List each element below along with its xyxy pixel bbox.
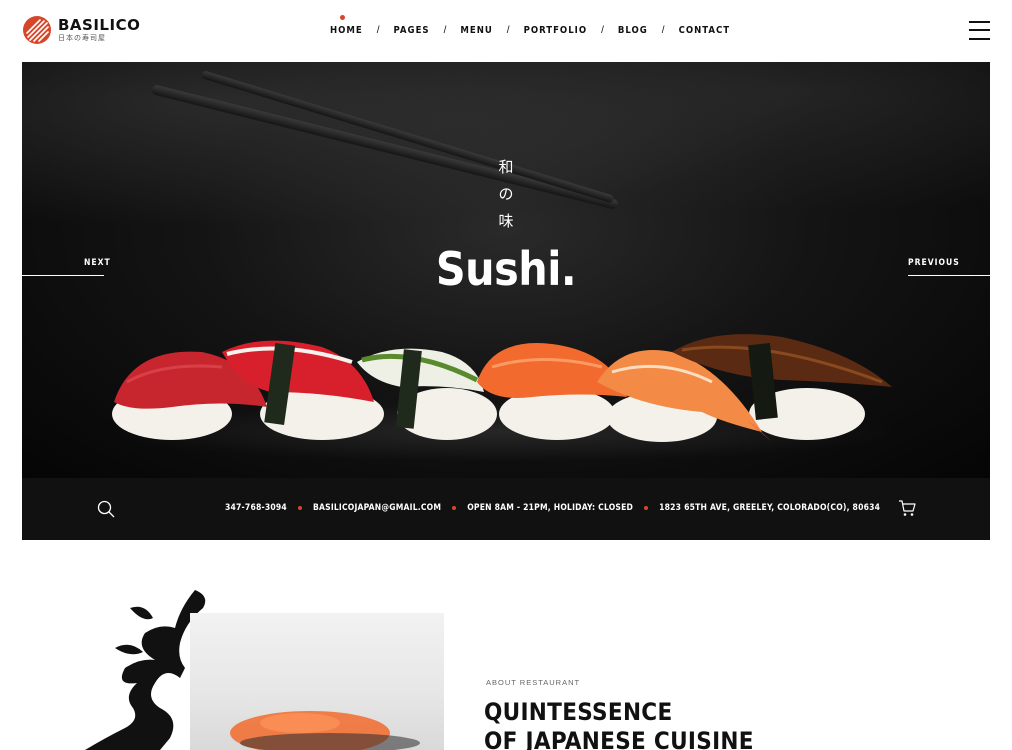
nav-separator: /: [661, 25, 665, 36]
nav-item-contact[interactable]: CONTACT: [679, 25, 731, 36]
nav-separator: /: [601, 25, 604, 36]
opening-hours: OPEN 8AM - 21PM, HOLIDAY: CLOSED: [467, 503, 634, 513]
about-image: [190, 613, 444, 750]
nav-item-home[interactable]: HOME: [330, 15, 363, 36]
nav-separator: /: [376, 25, 380, 36]
nav-item-blog[interactable]: BLOG: [618, 25, 648, 36]
cart-icon[interactable]: [898, 499, 916, 517]
hamburger-icon[interactable]: [969, 21, 990, 40]
about-title: QUINTESSENCE OF JAPANESE CUISINE: [484, 698, 754, 750]
site-header: BASILICO 日本の寿司屋 HOME / PAGES / MENU / PO…: [0, 0, 1012, 62]
logo-mark-icon: [23, 16, 51, 44]
nav-item-portfolio[interactable]: PORTFOLIO: [524, 25, 588, 36]
main-nav: HOME / PAGES / MENU / PORTFOLIO / BLOG /…: [330, 15, 731, 36]
info-separator: [452, 506, 457, 510]
nav-separator: /: [443, 25, 447, 36]
brand-name: BASILICO: [58, 16, 141, 34]
nav-item-menu[interactable]: MENU: [460, 25, 492, 36]
search-icon[interactable]: [97, 500, 115, 518]
section-label: ABOUT RESTAURANT: [486, 678, 581, 687]
active-indicator: [340, 15, 345, 20]
phone-number[interactable]: 347-768-3094: [225, 503, 287, 513]
nav-item-pages[interactable]: PAGES: [394, 25, 430, 36]
hero-slider: 和 の 味 Sushi. NEXT PREVIOUS: [22, 62, 990, 478]
sushi-image: [112, 334, 892, 442]
email-address[interactable]: BASILICOJAPAN@GMAIL.COM: [313, 503, 441, 513]
logo[interactable]: BASILICO 日本の寿司屋: [22, 15, 140, 45]
info-separator: [297, 506, 302, 510]
contact-info: 347-768-3094 BASILICOJAPAN@GMAIL.COM OPE…: [225, 503, 880, 513]
brand-tagline: 日本の寿司屋: [58, 35, 106, 42]
address: 1823 65TH AVE, GREELEY, COLORADO(CO), 80…: [659, 503, 881, 513]
nav-separator: /: [506, 25, 510, 36]
contact-info-bar: 347-768-3094 BASILICOJAPAN@GMAIL.COM OPE…: [22, 478, 990, 540]
info-separator: [644, 506, 649, 510]
